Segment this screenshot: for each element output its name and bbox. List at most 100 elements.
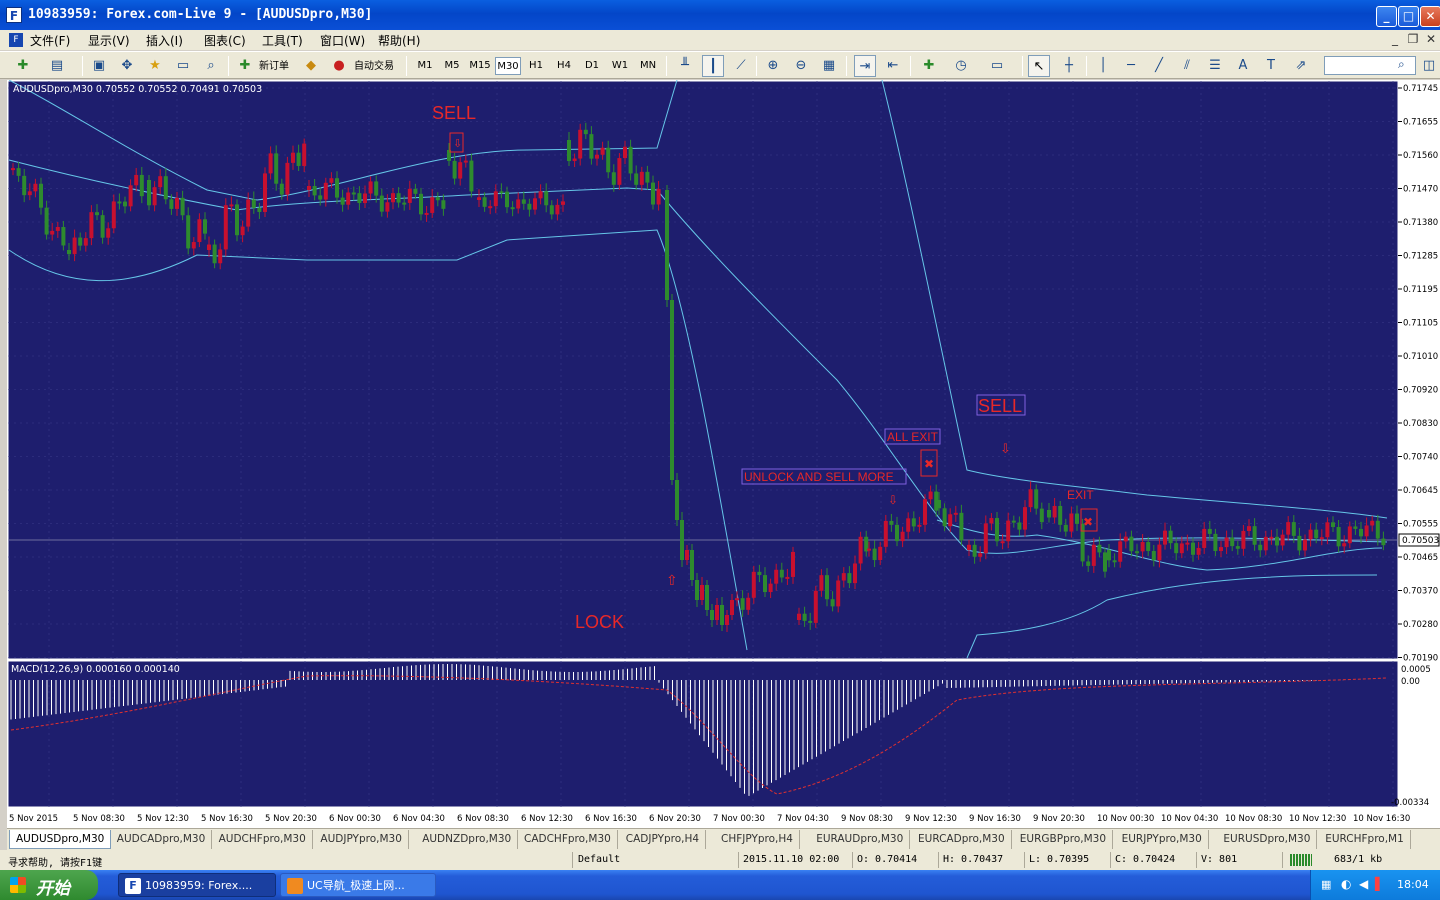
tf-m5[interactable]: M5: [439, 57, 465, 75]
tab-chfjpypro-h4[interactable]: CHFJPYpro,H4: [715, 830, 800, 849]
text-tool-icon[interactable]: A: [1232, 55, 1254, 77]
start-button[interactable]: 开始: [0, 870, 98, 900]
sell-label-2[interactable]: SELL: [978, 396, 1022, 416]
tab-audjpypro-m30[interactable]: AUDJPYpro,M30: [314, 830, 409, 849]
minimize-button[interactable]: _: [1376, 6, 1397, 27]
tf-h1[interactable]: H1: [523, 57, 549, 75]
tf-w1[interactable]: W1: [607, 57, 633, 75]
horizontal-line-icon[interactable]: ─: [1120, 55, 1142, 77]
tf-m15[interactable]: M15: [467, 57, 493, 75]
tab-audusdpro-m30[interactable]: AUDUSDpro,M30: [9, 830, 112, 849]
tab-eurgbppro-m30[interactable]: EURGBPpro,M30: [1014, 830, 1114, 849]
menu-view[interactable]: 显示(V): [88, 32, 130, 49]
menu-charts[interactable]: 图表(C): [204, 32, 246, 49]
crosshair-icon[interactable]: ┼: [1058, 55, 1080, 77]
zoom-in-icon[interactable]: ⊕: [762, 55, 784, 77]
tab-audnzdpro-m30[interactable]: AUDNZDpro,M30: [416, 830, 519, 849]
tab-eurcadpro-m30[interactable]: EURCADpro,M30: [912, 830, 1012, 849]
fibonacci-icon[interactable]: ☰: [1204, 55, 1226, 77]
favorites-icon[interactable]: ★: [144, 55, 166, 77]
title-bar[interactable]: F 10983959: Forex.com-Live 9 - [AUDUSDpr…: [0, 0, 1440, 30]
chart-window[interactable]: 0.71745 0.71655 0.71560 0.71470 0.71380 0.712…: [7, 80, 1440, 828]
cursor-icon[interactable]: ↖: [1028, 55, 1050, 77]
community-icon[interactable]: ◫: [1418, 55, 1440, 77]
candle-body: [561, 201, 565, 205]
arrows-icon[interactable]: ⇗: [1290, 55, 1312, 77]
candle-body: [1342, 543, 1347, 547]
chart-shift-icon[interactable]: ⇤: [882, 55, 904, 77]
candle-body: [853, 563, 857, 584]
tab-cadchfpro-m30[interactable]: CADCHFpro,M30: [518, 830, 618, 849]
search-icon[interactable]: ⌕: [1398, 57, 1405, 72]
profiles-icon[interactable]: ▤: [46, 55, 68, 77]
auto-trading-label[interactable]: 自动交易: [354, 57, 394, 72]
channel-icon[interactable]: ⫽: [1176, 55, 1198, 77]
line-chart-icon[interactable]: ⟋: [730, 55, 752, 77]
current-price-label: 0.70503: [1402, 536, 1439, 546]
volume-icon[interactable]: ◀: [1359, 877, 1368, 891]
tab-eurchfpro-m1[interactable]: EURCHFpro,M1: [1319, 830, 1411, 849]
menu-file[interactable]: 文件(F): [30, 32, 70, 49]
autoscroll-icon[interactable]: ⇥: [854, 55, 876, 77]
text-label-icon[interactable]: T: [1260, 55, 1282, 77]
tf-m1[interactable]: M1: [412, 57, 438, 75]
candle-body: [27, 191, 32, 196]
menu-window[interactable]: 窗口(W): [320, 32, 365, 49]
tf-mn[interactable]: MN: [635, 57, 661, 75]
candle-body: [715, 605, 719, 620]
tf-m30[interactable]: M30: [495, 57, 521, 75]
chart-doc-icon[interactable]: F: [9, 33, 23, 47]
menu-insert[interactable]: 插入(I): [146, 32, 183, 49]
market-watch-icon[interactable]: ▣: [88, 55, 110, 77]
tile-windows-icon[interactable]: ▦: [818, 55, 840, 77]
tab-euraudpro-m30[interactable]: EURAUDpro,M30: [810, 830, 911, 849]
terminal-icon[interactable]: ▭: [172, 55, 194, 77]
candlestick-icon[interactable]: ┃: [702, 55, 724, 77]
auto-trading-icon[interactable]: ●: [328, 55, 350, 77]
zoom-out-icon[interactable]: ⊖: [790, 55, 812, 77]
network-icon[interactable]: ◐: [1341, 877, 1351, 891]
unlock-label[interactable]: UNLOCK AND SELL MORE: [744, 470, 894, 484]
security-icon[interactable]: ▌: [1375, 877, 1384, 891]
templates-icon[interactable]: ▭: [986, 55, 1008, 77]
candle-body: [720, 605, 724, 625]
tester-icon[interactable]: ⌕: [200, 55, 222, 77]
candle-body: [567, 140, 571, 162]
clock[interactable]: 18:04: [1397, 878, 1429, 891]
vertical-line-icon[interactable]: │: [1092, 55, 1114, 77]
mdi-close-button[interactable]: ✕: [1422, 32, 1440, 48]
candle-body: [628, 146, 633, 174]
new-order-icon[interactable]: ✚: [234, 55, 256, 77]
indicators-icon[interactable]: ✚: [918, 55, 940, 77]
close-button[interactable]: ✕: [1420, 6, 1440, 27]
candle-body: [595, 154, 599, 159]
tab-audcadpro-m30[interactable]: AUDCADpro,M30: [111, 830, 213, 849]
tab-audchfpro-m30[interactable]: AUDCHFpro,M30: [213, 830, 313, 849]
sell-label-1[interactable]: SELL: [432, 103, 476, 123]
bar-chart-icon[interactable]: ╨: [674, 55, 696, 77]
mdi-restore-button[interactable]: ❐: [1404, 32, 1422, 48]
new-chart-icon[interactable]: ✚: [12, 55, 34, 77]
metaeditor-icon[interactable]: ◆: [300, 55, 322, 77]
mdi-minimize-button[interactable]: _: [1386, 32, 1404, 48]
taskbar-item-browser[interactable]: UC导航_极速上网...: [280, 873, 436, 897]
tab-cadjpypro-h4[interactable]: CADJPYpro,H4: [620, 830, 707, 849]
tf-d1[interactable]: D1: [579, 57, 605, 75]
new-order-label[interactable]: 新订单: [259, 57, 289, 72]
time-axis-label: 10 Nov 16:30: [1353, 814, 1410, 824]
menu-tools[interactable]: 工具(T): [262, 32, 303, 49]
navigator-icon[interactable]: ✥: [116, 55, 138, 77]
exit-label[interactable]: EXIT: [1067, 488, 1094, 502]
trendline-icon[interactable]: ╱: [1148, 55, 1170, 77]
menu-help[interactable]: 帮助(H): [378, 32, 420, 49]
all-exit-label[interactable]: ALL EXIT: [887, 430, 939, 444]
tf-h4[interactable]: H4: [551, 57, 577, 75]
periods-icon[interactable]: ◷: [950, 55, 972, 77]
maximize-button[interactable]: □: [1398, 6, 1419, 27]
tab-eurusdpro-m30[interactable]: EURUSDpro,M30: [1217, 830, 1318, 849]
keyboard-icon[interactable]: ▦: [1321, 878, 1331, 891]
price-chart[interactable]: 0.71745 0.71655 0.71560 0.71470 0.71380 0.712…: [7, 80, 1440, 828]
tab-eurjpypro-m30[interactable]: EURJPYpro,M30: [1116, 830, 1209, 849]
lock-label[interactable]: LOCK: [575, 612, 624, 632]
taskbar-item-mt4[interactable]: F 10983959: Forex....: [118, 873, 276, 897]
